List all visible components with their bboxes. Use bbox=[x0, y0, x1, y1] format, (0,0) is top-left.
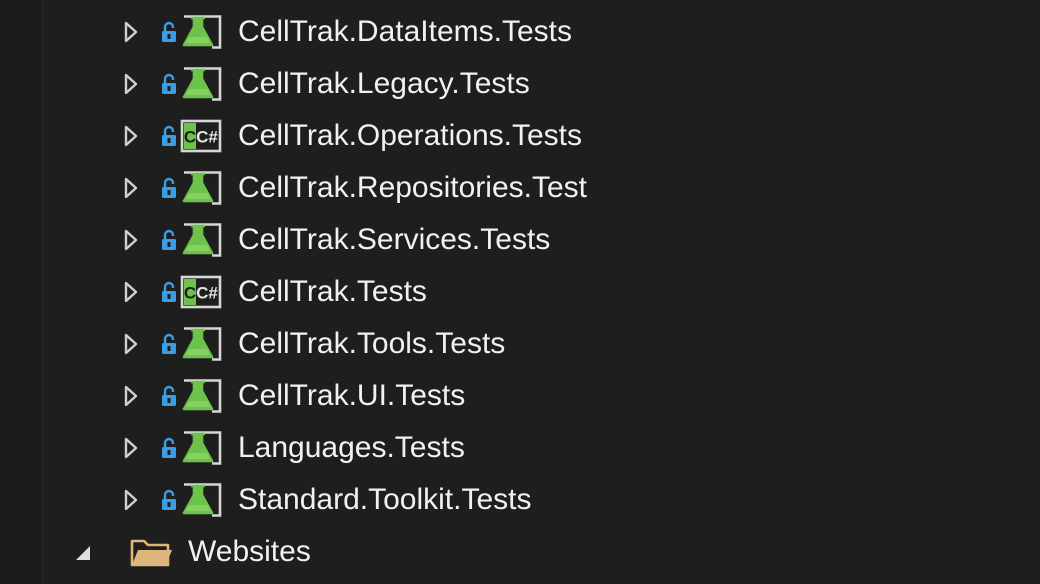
solution-explorer-panel: CellTrak.DataItems.Tests CellTrak.Legacy… bbox=[0, 0, 1040, 584]
lock-icon bbox=[160, 384, 178, 408]
csharp-project-icon: C# C bbox=[180, 275, 222, 309]
tree-item-project[interactable]: C# C CellTrak.Tests bbox=[0, 266, 1040, 318]
project-name: CellTrak.Tests bbox=[238, 275, 427, 308]
collapse-arrow-icon[interactable] bbox=[70, 537, 94, 567]
lock-icon bbox=[160, 436, 178, 460]
tree-item-project[interactable]: Languages.Tests bbox=[0, 422, 1040, 474]
csharp-badge: C# bbox=[196, 128, 218, 147]
test-project-icon bbox=[180, 431, 222, 465]
project-name: Languages.Tests bbox=[238, 431, 465, 464]
expand-arrow-icon[interactable] bbox=[119, 121, 143, 151]
project-name: CellTrak.Legacy.Tests bbox=[238, 67, 530, 100]
lock-icon bbox=[160, 280, 178, 304]
expand-arrow-icon[interactable] bbox=[119, 225, 143, 255]
lock-icon bbox=[160, 20, 178, 44]
svg-text:C: C bbox=[184, 284, 196, 303]
tree-item-project[interactable]: C# C CellTrak.Operations.Tests bbox=[0, 110, 1040, 162]
solution-tree: CellTrak.DataItems.Tests CellTrak.Legacy… bbox=[0, 6, 1040, 578]
project-name: CellTrak.UI.Tests bbox=[238, 379, 466, 412]
test-project-icon bbox=[180, 67, 222, 101]
tree-item-project[interactable]: CellTrak.Services.Tests bbox=[0, 214, 1040, 266]
project-name: CellTrak.DataItems.Tests bbox=[238, 15, 572, 48]
project-name: Standard.Toolkit.Tests bbox=[238, 483, 532, 516]
lock-icon bbox=[160, 176, 178, 200]
tree-item-project[interactable]: Standard.Toolkit.Tests bbox=[0, 474, 1040, 526]
test-project-icon bbox=[180, 379, 222, 413]
tree-item-project[interactable]: CellTrak.UI.Tests bbox=[0, 370, 1040, 422]
lock-icon bbox=[160, 332, 178, 356]
lock-icon bbox=[160, 124, 178, 148]
tree-item-project[interactable]: CellTrak.Tools.Tests bbox=[0, 318, 1040, 370]
lock-icon bbox=[160, 72, 178, 96]
test-project-icon bbox=[180, 223, 222, 257]
tree-item-project[interactable]: CellTrak.DataItems.Tests bbox=[0, 6, 1040, 58]
folder-icon bbox=[130, 535, 174, 569]
project-name: CellTrak.Repositories.Test bbox=[238, 171, 587, 204]
folder-name: Websites bbox=[188, 535, 311, 568]
tree-item-project[interactable]: CellTrak.Legacy.Tests bbox=[0, 58, 1040, 110]
expand-arrow-icon[interactable] bbox=[119, 433, 143, 463]
lock-icon bbox=[160, 228, 178, 252]
expand-arrow-icon[interactable] bbox=[119, 329, 143, 359]
expand-arrow-icon[interactable] bbox=[119, 485, 143, 515]
test-project-icon bbox=[180, 171, 222, 205]
test-project-icon bbox=[180, 327, 222, 361]
csharp-project-icon: C# C bbox=[180, 119, 222, 153]
expand-arrow-icon[interactable] bbox=[119, 173, 143, 203]
csharp-badge: C# bbox=[196, 284, 218, 303]
tree-item-folder[interactable]: Websites bbox=[0, 526, 1040, 578]
expand-arrow-icon[interactable] bbox=[119, 17, 143, 47]
svg-text:C: C bbox=[184, 128, 196, 147]
test-project-icon bbox=[180, 15, 222, 49]
project-name: CellTrak.Tools.Tests bbox=[238, 327, 506, 360]
tree-item-project[interactable]: CellTrak.Repositories.Test bbox=[0, 162, 1040, 214]
project-name: CellTrak.Services.Tests bbox=[238, 223, 551, 256]
expand-arrow-icon[interactable] bbox=[119, 69, 143, 99]
test-project-icon bbox=[180, 483, 222, 517]
expand-arrow-icon[interactable] bbox=[119, 381, 143, 411]
lock-icon bbox=[160, 488, 178, 512]
expand-arrow-icon[interactable] bbox=[119, 277, 143, 307]
project-name: CellTrak.Operations.Tests bbox=[238, 119, 583, 152]
